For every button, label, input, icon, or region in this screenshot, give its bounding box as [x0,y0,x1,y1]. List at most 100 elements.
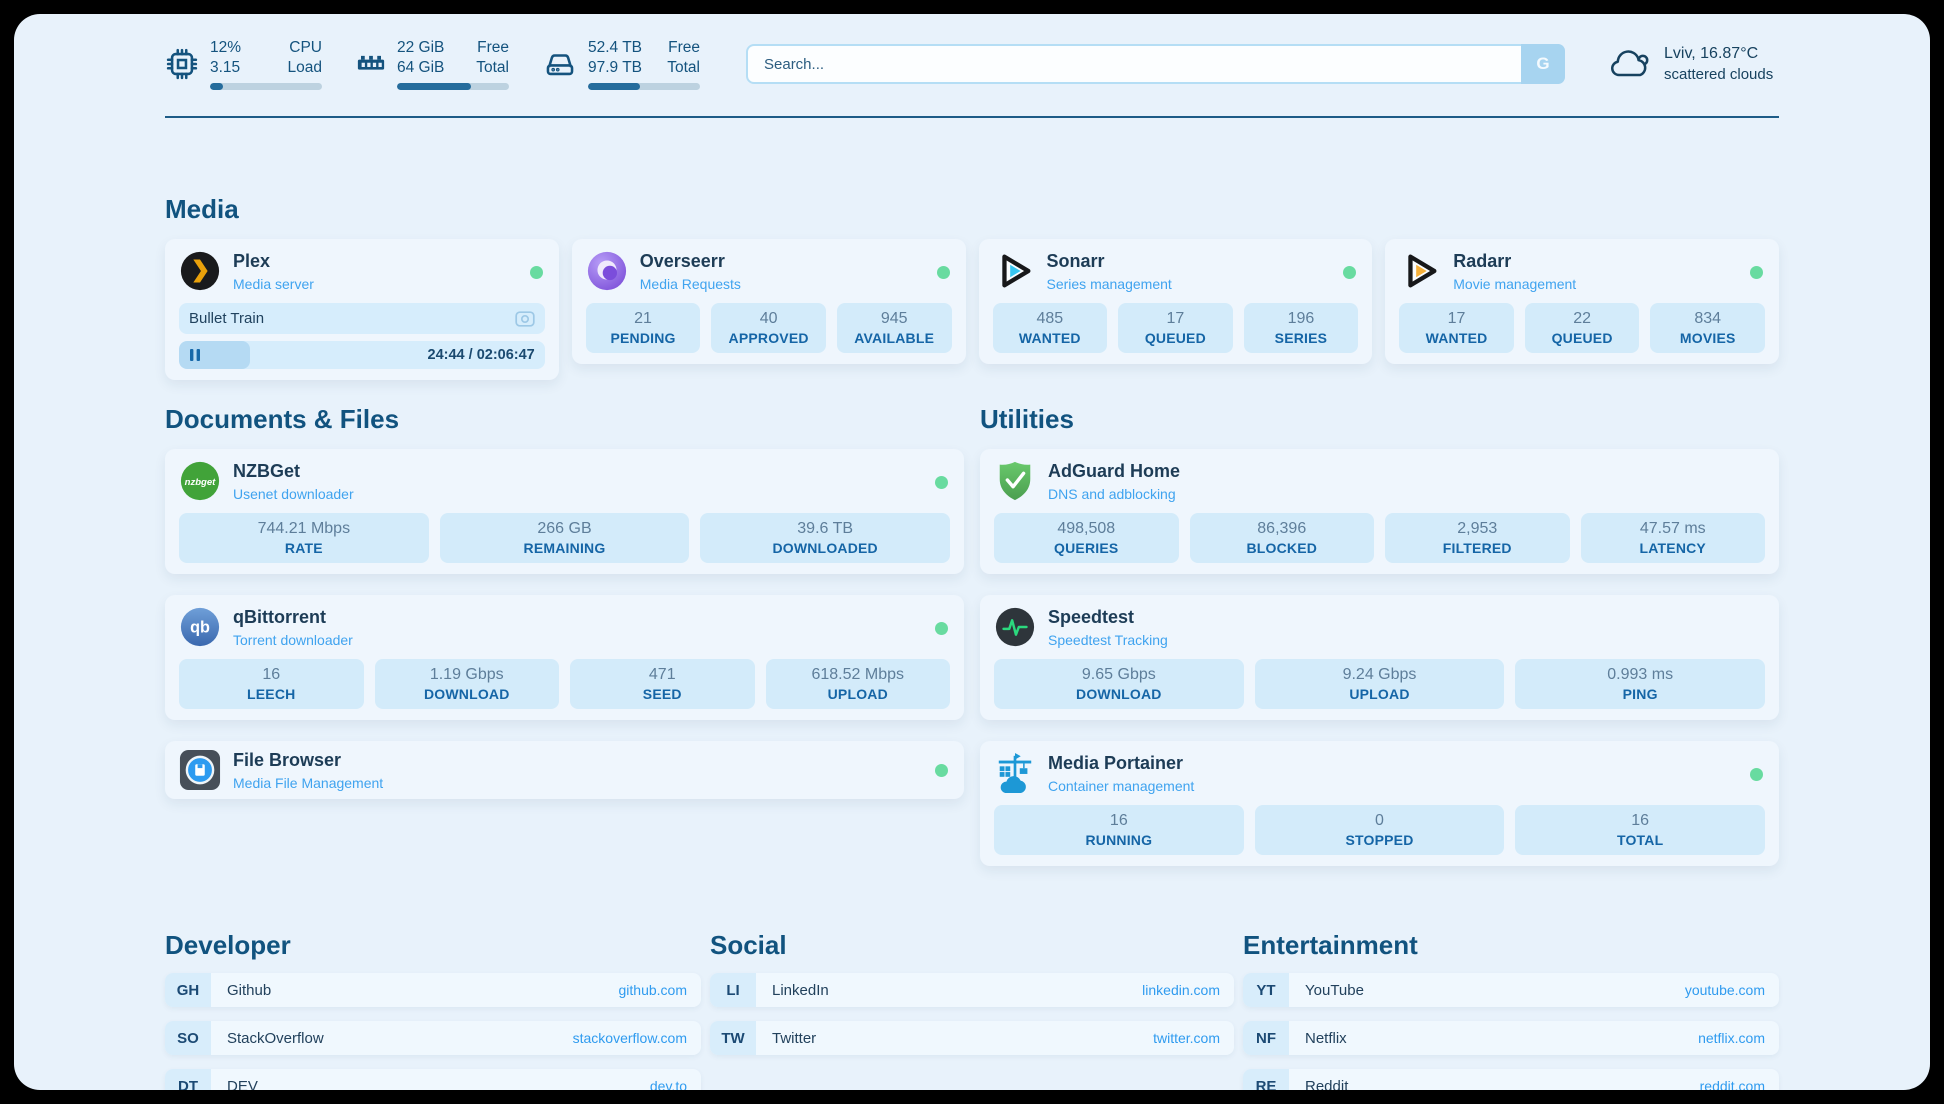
link-url: linkedin.com [1142,982,1220,998]
memory-labels: Free Total [476,38,509,78]
stat-label: FILTERED [1389,540,1566,556]
section-title-media: Media [165,194,1779,225]
link-stackoverflow[interactable]: SO StackOverflow stackoverflow.com [165,1021,701,1055]
stat-value: 16 [1519,812,1761,830]
speedtest-icon [994,606,1036,648]
stat-total: 16TOTAL [1515,805,1765,855]
dashboard-content: 12% 3.15 CPU Load [165,38,1779,1090]
card-portainer[interactable]: Media Portainer Container management 16R… [980,741,1779,866]
link-reddit[interactable]: RE Reddit reddit.com [1243,1069,1779,1090]
card-nzbget[interactable]: nzbget NZBGet Usenet downloader 744.21 M… [165,449,964,574]
qbittorrent-header: qb qBittorrent Torrent downloader [179,606,950,648]
weather-widget: Lviv, 16.87°C scattered clouds [1607,43,1779,85]
bookmark-sections: Developer GH Github github.com SO StackO… [165,930,1779,1090]
link-github[interactable]: GH Github github.com [165,973,701,1007]
link-badge: TW [710,1021,756,1055]
card-filebrowser[interactable]: File Browser Media File Management [165,741,964,799]
radarr-stats: 17WANTED 22QUEUED 834MOVIES [1399,303,1765,353]
card-speedtest[interactable]: Speedtest Speedtest Tracking 9.65 Gbps DO… [980,595,1779,720]
card-overseerr[interactable]: Overseerr Media Requests 21PENDING 40APP… [572,239,966,364]
social-links: LI LinkedIn linkedin.com TW Twitter twit… [710,973,1234,1055]
stat-queued: 17QUEUED [1118,303,1233,353]
stat-approved: 40APPROVED [711,303,826,353]
card-adguard[interactable]: AdGuard Home DNS and adblocking 498,508Q… [980,449,1779,574]
qbittorrent-stats: 16LEECH 1.19 GbpsDOWNLOAD 471SEED 618.52… [179,659,950,709]
now-playing-title: Bullet Train [189,310,264,327]
svg-text:qb: qb [190,619,210,637]
stat-label: DOWNLOAD [379,686,556,702]
cpu-label-bottom: Load [288,58,322,78]
link-netflix[interactable]: NF Netflix netflix.com [1243,1021,1779,1055]
card-radarr[interactable]: Radarr Movie management 17WANTED 22QUEUE… [1385,239,1779,364]
link-youtube[interactable]: YT YouTube youtube.com [1243,973,1779,1007]
portainer-stats: 16RUNNING 0STOPPED 16TOTAL [994,805,1765,855]
radarr-titles: Radarr Movie management [1453,251,1576,292]
stat-label: PENDING [590,330,697,346]
disk-label-top: Free [667,38,700,58]
section-title-documents: Documents & Files [165,404,964,435]
cpu-percent: 12% [210,38,241,58]
search-engine-button[interactable]: G [1521,44,1565,84]
adguard-header: AdGuard Home DNS and adblocking [994,460,1765,502]
portainer-icon [994,752,1036,794]
documents-cards: nzbget NZBGet Usenet downloader 744.21 M… [165,449,964,799]
stat-label: STOPPED [1259,832,1501,848]
stat-downloaded: 39.6 TBDOWNLOADED [700,513,950,563]
stat-pending: 21 PENDING [586,303,701,353]
documents-utilities-row: Documents & Files nzbget NZBGet Usenet d… [165,404,1779,866]
stat-value: 0 [1259,812,1501,830]
card-plex[interactable]: Plex Media server Bullet Train 24:44 / 0… [165,239,559,380]
nzbget-header: nzbget NZBGet Usenet downloader [179,460,950,502]
pause-icon[interactable] [189,348,201,362]
link-url: netflix.com [1698,1030,1765,1046]
card-qbittorrent[interactable]: qb qBittorrent Torrent downloader 16LEEC… [165,595,964,720]
link-linkedin[interactable]: LI LinkedIn linkedin.com [710,973,1234,1007]
app-subtitle: DNS and adblocking [1048,486,1180,502]
app-subtitle: Torrent downloader [233,632,353,648]
link-url: github.com [619,982,687,998]
stat-wanted: 485WANTED [993,303,1108,353]
stat-value: 9.65 Gbps [998,666,1240,684]
speedtest-titles: Speedtest Speedtest Tracking [1048,607,1168,648]
stat-value: 0.993 ms [1519,666,1761,684]
disk-free: 52.4 TB [588,38,642,58]
developer-section: Developer GH Github github.com SO StackO… [165,930,701,1090]
cpu-labels: CPU Load [288,38,322,78]
disk-labels: Free Total [667,38,700,78]
stat-label: LATENCY [1585,540,1762,556]
disk-label-bottom: Total [667,58,700,78]
stat-blocked: 86,396BLOCKED [1190,513,1375,563]
link-twitter[interactable]: TW Twitter twitter.com [710,1021,1234,1055]
stat-filtered: 2,953FILTERED [1385,513,1570,563]
memory-total: 64 GiB [397,58,444,78]
disk-total: 97.9 TB [588,58,642,78]
app-subtitle: Series management [1047,276,1172,292]
stat-label: DOWNLOAD [998,686,1240,702]
stat-movies: 834MOVIES [1650,303,1765,353]
cloud-icon [1607,47,1651,82]
app-title: Media Portainer [1048,753,1194,775]
weather-condition: scattered clouds [1664,65,1773,85]
stat-value: 834 [1654,310,1761,328]
app-subtitle: Media server [233,276,314,292]
stat-stopped: 0 STOPPED [1255,805,1505,855]
app-title: Plex [233,251,314,273]
stat-label: BLOCKED [1194,540,1371,556]
stat-queued: 22QUEUED [1525,303,1640,353]
disk-stat: 52.4 TB 97.9 TB Free Total [543,38,700,90]
stat-label: QUEUED [1122,330,1229,346]
stat-series: 196SERIES [1244,303,1359,353]
sonarr-titles: Sonarr Series management [1047,251,1172,292]
nzbget-titles: NZBGet Usenet downloader [233,461,354,502]
app-title: AdGuard Home [1048,461,1180,483]
stat-value: 21 [590,310,697,328]
stat-label: DOWNLOADED [704,540,946,556]
video-icon[interactable] [515,311,535,327]
link-name: StackOverflow [227,1030,324,1047]
dashboard-page: 12% 3.15 CPU Load [14,14,1930,1090]
card-sonarr[interactable]: Sonarr Series management 485WANTED 17QUE… [979,239,1373,364]
search-input[interactable] [746,44,1565,84]
link-dev[interactable]: DT DEV dev.to [165,1069,701,1090]
social-section: Social LI LinkedIn linkedin.com TW Twitt… [710,930,1234,1055]
adguard-stats: 498,508QUERIES 86,396BLOCKED 2,953FILTER… [994,513,1765,563]
